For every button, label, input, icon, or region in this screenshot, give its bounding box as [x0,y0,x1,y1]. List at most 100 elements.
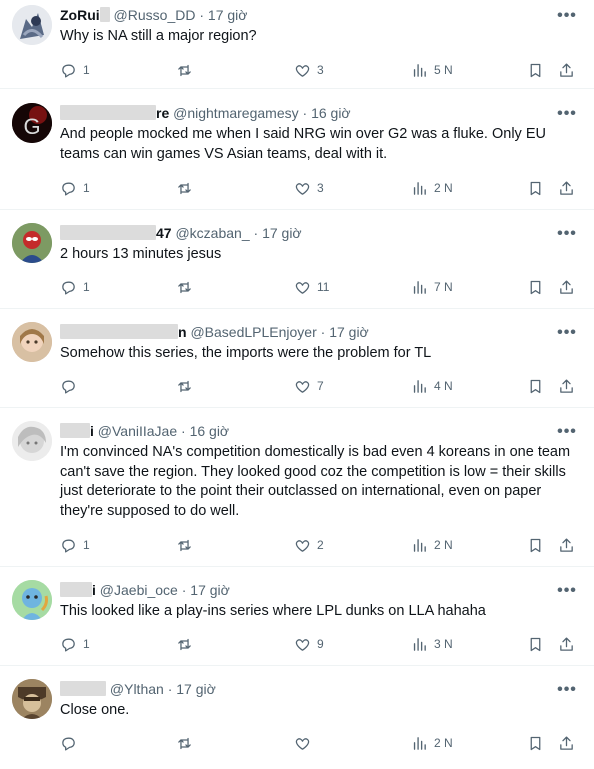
views-button[interactable]: 2 N [411,178,453,198]
views-button[interactable]: 4 N [411,376,453,396]
user-handle[interactable]: @nightmaregamesy [173,105,299,121]
share-button[interactable] [558,60,575,80]
like-button[interactable]: 7 [294,376,324,396]
share-button[interactable] [558,277,575,297]
user-handle[interactable]: @VaniIIaJae [98,423,177,439]
like-count: 9 [317,637,324,651]
share-button[interactable] [558,733,575,753]
reply-button[interactable] [60,733,83,753]
repost-button[interactable] [176,277,199,297]
bookmark-button[interactable] [527,277,544,297]
display-name[interactable]: i [90,423,94,439]
timestamp[interactable]: 16 giờ [190,423,230,439]
reply-button[interactable]: 1 [60,277,90,297]
repost-icon [178,380,191,392]
tweet[interactable]: i @VaniIIaJae · 16 giờ ••• I'm convinced… [0,408,594,567]
reply-icon [62,539,75,553]
tweet-text: 2 hours 13 minutes jesus [60,246,222,262]
repost-icon [178,281,191,293]
views-button[interactable]: 5 N [411,60,453,80]
reply-button[interactable] [60,376,83,396]
avatar[interactable] [12,5,52,45]
reply-icon [62,737,75,751]
display-name[interactable]: i [92,582,96,598]
views-button[interactable]: 2 N [411,535,453,555]
share-button[interactable] [558,178,575,198]
user-handle[interactable]: @Jaebi_oce [100,582,178,598]
like-button[interactable]: 9 [294,634,324,654]
reply-button[interactable]: 1 [60,634,90,654]
user-handle[interactable]: @Russo_DD [114,7,196,23]
tweet[interactable]: 47 @kczaban_ · 17 giờ ••• 2 hours 13 min… [0,210,594,309]
user-handle[interactable]: @BasedLPLEnjoyer [190,324,316,340]
user-handle[interactable]: @kczaban_ [175,225,249,241]
views-button[interactable]: 2 N [411,733,453,753]
bookmark-button[interactable] [527,535,544,555]
separator-dot: · [167,681,173,697]
views-icon [413,538,426,552]
tweet-header: @Ylthan · 17 giờ [60,679,550,699]
views-button[interactable]: 7 N [411,277,453,297]
action-bar: 7 4 N [60,376,580,396]
repost-button[interactable] [176,535,199,555]
bookmark-icon [530,379,541,393]
repost-button[interactable] [176,634,199,654]
avatar[interactable] [12,580,52,620]
display-name[interactable]: n [178,324,187,340]
avatar[interactable]: G [12,103,52,143]
bookmark-button[interactable] [527,60,544,80]
avatar[interactable] [12,679,52,719]
avatar[interactable] [12,421,52,461]
repost-icon [178,737,191,749]
avatar[interactable] [12,322,52,362]
bookmark-button[interactable] [527,178,544,198]
timestamp[interactable]: 17 giờ [262,225,302,241]
reply-count: 1 [83,538,90,552]
display-name[interactable]: ZoRui [60,7,100,23]
timestamp[interactable]: 16 giờ [311,105,351,121]
redacted-name [60,324,178,339]
reply-button[interactable]: 1 [60,178,90,198]
views-count: 4 N [434,379,453,393]
share-button[interactable] [558,634,575,654]
views-button[interactable]: 3 N [411,634,453,654]
like-button[interactable]: 2 [294,535,324,555]
like-count: 2 [317,538,324,552]
tweet[interactable]: @Ylthan · 17 giờ ••• Close one. 2 N [0,666,594,769]
display-name[interactable]: re [156,105,169,121]
bookmark-button[interactable] [527,634,544,654]
share-icon [560,279,573,294]
avatar[interactable] [12,223,52,263]
views-icon [413,181,426,195]
views-icon [413,637,426,651]
repost-button[interactable] [176,178,199,198]
display-name[interactable]: 47 [156,225,172,241]
bookmark-button[interactable] [527,376,544,396]
reply-icon [62,380,75,394]
repost-button[interactable] [176,60,199,80]
like-button[interactable]: 11 [294,277,329,297]
timestamp[interactable]: 17 giờ [208,7,248,23]
like-button[interactable] [294,733,317,753]
tweet[interactable]: i @Jaebi_oce · 17 giờ ••• This looked li… [0,567,594,666]
timestamp[interactable]: 17 giờ [190,582,230,598]
share-button[interactable] [558,376,575,396]
like-button[interactable]: 3 [294,60,324,80]
tweet-text: This looked like a play-ins series where… [60,603,486,619]
redacted-name [60,225,156,240]
reply-button[interactable]: 1 [60,535,90,555]
timestamp[interactable]: 17 giờ [176,681,216,697]
bookmark-button[interactable] [527,733,544,753]
tweet[interactable]: G re @nightmaregamesy · 16 giờ ••• And p… [0,89,594,210]
tweet[interactable]: n @BasedLPLEnjoyer · 17 giờ ••• Somehow … [0,309,594,408]
user-handle[interactable]: @Ylthan [110,681,164,697]
share-button[interactable] [558,535,575,555]
redacted-name [60,423,90,438]
reply-button[interactable]: 1 [60,60,90,80]
like-button[interactable]: 3 [294,178,324,198]
timestamp[interactable]: 17 giờ [329,324,369,340]
repost-button[interactable] [176,376,199,396]
repost-button[interactable] [176,733,199,753]
redacted-name [60,105,156,120]
tweet[interactable]: ZoRui @Russo_DD · 17 giờ ••• Why is NA s… [0,0,594,89]
